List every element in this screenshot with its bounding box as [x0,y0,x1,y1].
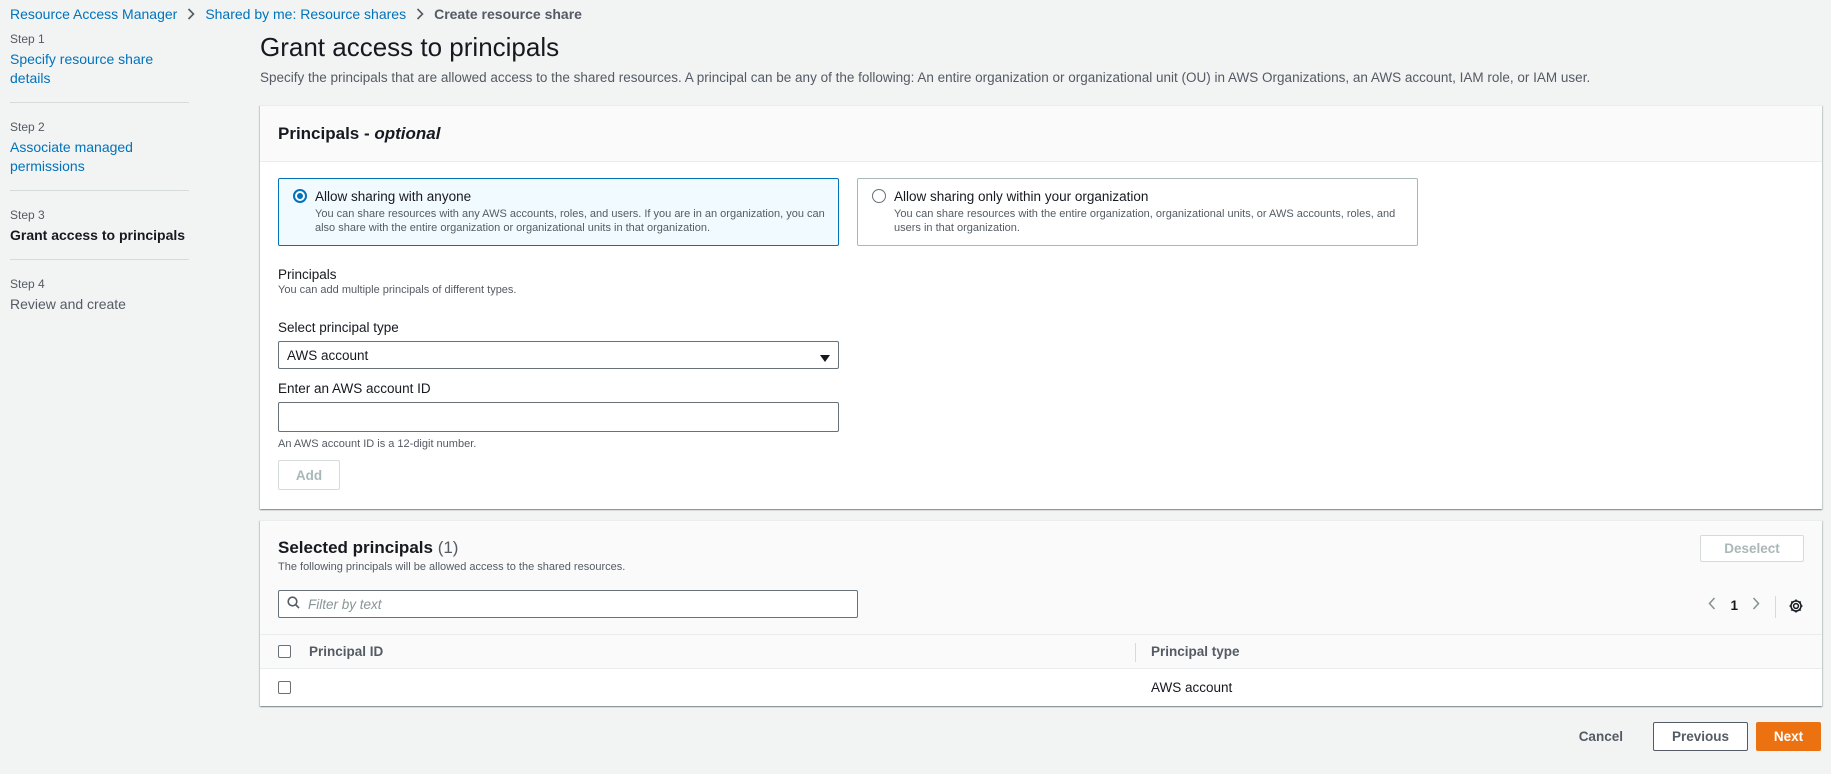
table-settings[interactable] [1775,596,1804,618]
select-principal-type-label: Select principal type [278,320,399,335]
filter-field[interactable] [278,590,858,618]
principal-type-value: AWS account [287,347,369,363]
account-id-input[interactable] [278,402,839,432]
breadcrumb: Resource Access Manager Shared by me: Re… [10,5,582,23]
principals-title: Principals - optional [278,123,441,143]
step-number: Step 2 [10,120,45,134]
tile-title: Allow sharing with anyone [315,189,472,204]
step-link-associate-permissions[interactable]: Associate managed permissions [10,138,140,176]
step-label-grant-access: Grant access to principals [10,227,186,243]
previous-button[interactable]: Previous [1652,722,1748,751]
tile-description: You can share resources with any AWS acc… [315,208,825,234]
radio-button-selected[interactable] [293,189,307,203]
gear-icon[interactable] [1788,598,1804,617]
column-principal-type[interactable]: Principal type [1135,635,1822,668]
search-icon [287,596,300,612]
wizard-steps: Step 1 Specify resource share details St… [10,31,189,344]
step-1: Step 1 Specify resource share details [10,31,189,103]
principals-hint: You can add multiple principals of diffe… [278,284,517,296]
breadcrumb-resource-access-manager[interactable]: Resource Access Manager [10,6,177,22]
step-number: Step 1 [10,32,45,46]
tile-allow-sharing-org[interactable]: Allow sharing only within your organizat… [857,178,1418,246]
filter-input[interactable] [308,596,848,612]
principals-label: Principals [278,267,337,282]
tile-description: You can share resources with the entire … [894,208,1396,234]
tile-allow-sharing-anyone[interactable]: Allow sharing with anyone You can share … [278,178,839,246]
table-row: AWS account [260,669,1822,705]
selected-count: (1) [437,538,459,557]
breadcrumb-current: Create resource share [434,6,582,22]
wizard-actions: Cancel Previous Next [1557,722,1821,751]
step-label-review-create: Review and create [10,296,126,312]
step-2: Step 2 Associate managed permissions [10,119,189,191]
principals-header: Principals - optional [260,106,1822,162]
pagination: 1 [1708,597,1760,613]
row-checkbox[interactable] [278,680,291,694]
page-title: Grant access to principals [260,32,560,62]
caret-down-icon [820,351,830,366]
radio-button[interactable] [872,189,886,203]
next-button[interactable]: Next [1756,722,1821,751]
breadcrumb-shared-by-me[interactable]: Shared by me: Resource shares [205,6,406,22]
principal-id-cell [309,669,1135,705]
sharing-options: Allow sharing with anyone You can share … [278,178,1804,246]
principals-container: Principals - optional Allow sharing with… [260,105,1822,509]
principal-type-select[interactable]: AWS account [278,341,839,369]
account-id-constraint: An AWS account ID is a 12-digit number. [278,438,477,450]
table-header: Principal ID Principal type [260,634,1822,669]
column-principal-id[interactable]: Principal ID [309,635,1135,668]
current-page[interactable]: 1 [1730,598,1738,613]
chevron-right-icon [187,8,195,20]
selected-principals-table: Principal ID Principal type AWS account [260,634,1822,705]
chevron-left-icon[interactable] [1708,597,1716,613]
account-id-label: Enter an AWS account ID [278,381,431,396]
add-principal-button[interactable]: Add [278,460,340,490]
tile-title: Allow sharing only within your organizat… [894,189,1149,204]
main-content: Grant access to principals Specify the p… [260,28,1822,706]
selected-principals-header: Selected principals (1) The following pr… [260,521,1822,634]
chevron-right-icon[interactable] [1752,597,1760,613]
selected-principals-description: The following principals will be allowed… [278,561,626,573]
chevron-right-icon [416,8,424,20]
step-4: Step 4 Review and create [10,276,189,328]
principal-type-cell: AWS account [1151,679,1233,695]
cancel-button[interactable]: Cancel [1557,722,1645,751]
selected-principals-container: Selected principals (1) The following pr… [260,520,1822,706]
step-3: Step 3 Grant access to principals [10,207,189,260]
step-number: Step 4 [10,277,45,291]
selected-principals-title: Selected principals (1) [278,538,459,557]
select-all-checkbox[interactable] [278,645,291,658]
page-description: Specify the principals that are allowed … [260,70,1591,85]
step-link-specify-details[interactable]: Specify resource share details [10,51,153,86]
step-number: Step 3 [10,208,45,222]
deselect-button[interactable]: Deselect [1700,535,1804,562]
